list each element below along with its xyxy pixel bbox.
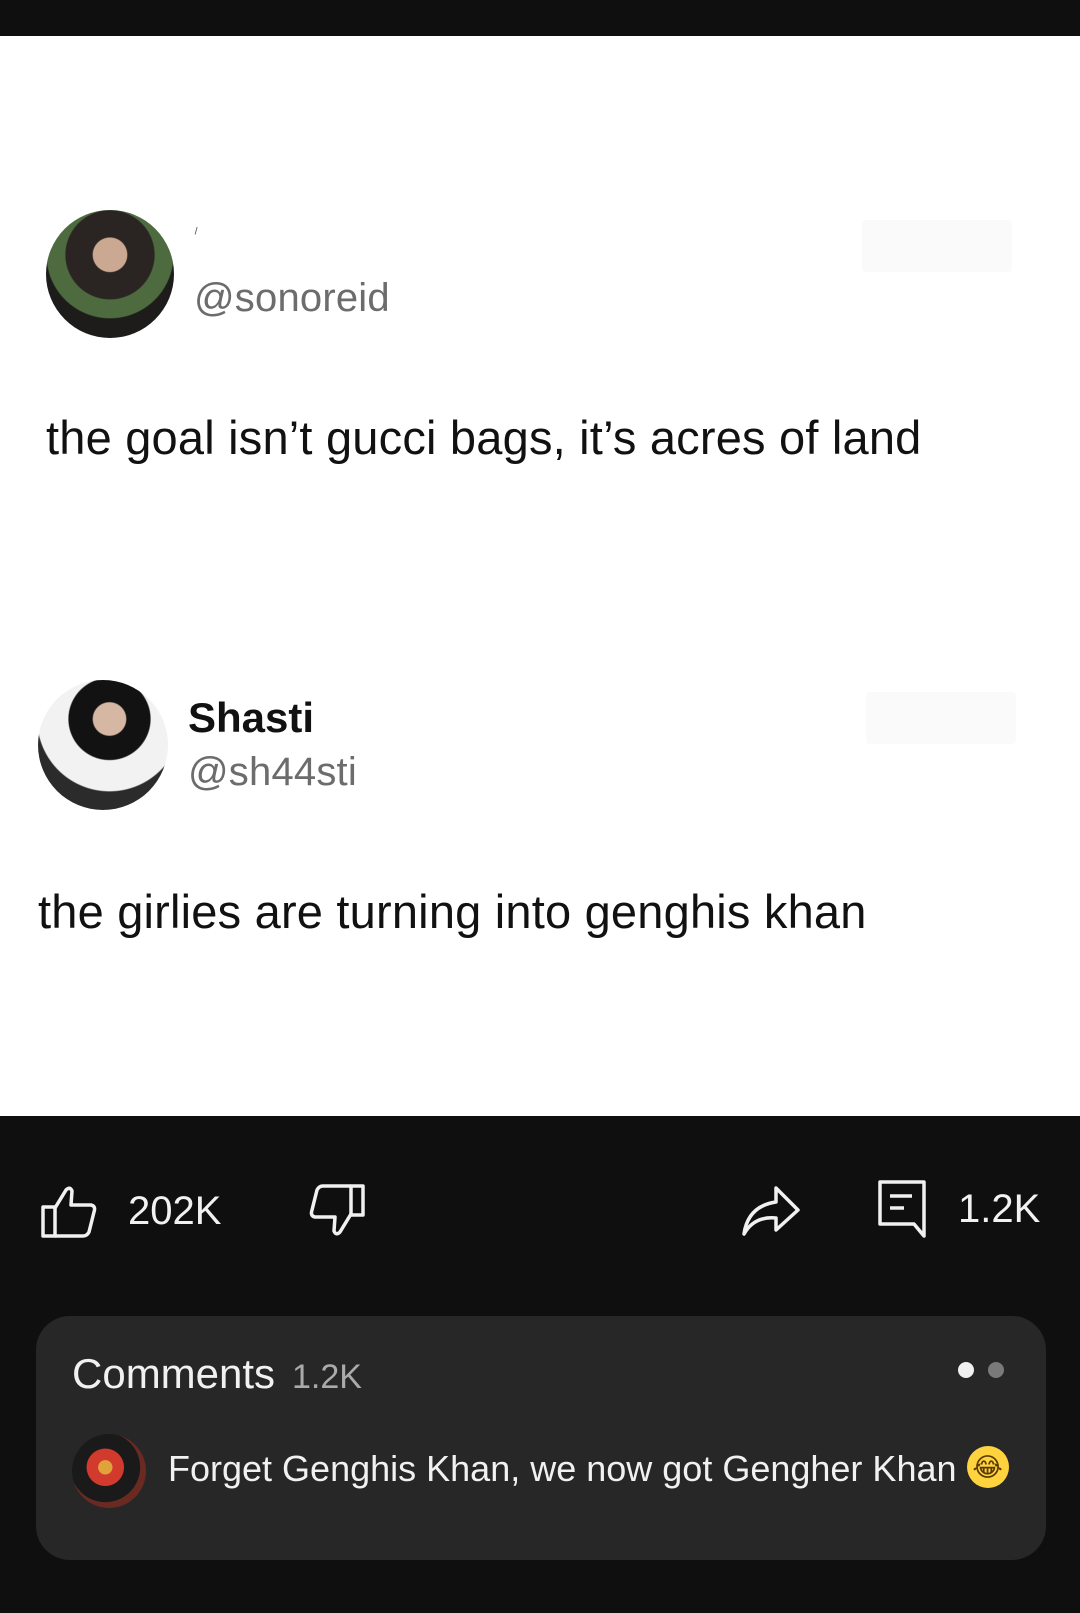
top-comment-text: Forget Genghis Khan, we now got Gengher … xyxy=(168,1448,957,1489)
action-bar: 202K 1.2K xyxy=(0,1116,1080,1316)
thumbs-up-icon xyxy=(40,1182,98,1240)
pager-dot xyxy=(988,1362,1004,1378)
avatar xyxy=(38,680,168,810)
laughing-emoji: 😂 xyxy=(966,1446,1009,1489)
share-button[interactable] xyxy=(740,1182,802,1240)
tweet-handle: @sonoreid xyxy=(194,276,390,320)
thumbs-down-icon xyxy=(308,1182,366,1240)
post-image: ⸝ @sonoreid the goal isn’t gucci bags, i… xyxy=(0,36,1080,1116)
share-icon xyxy=(740,1182,802,1240)
status-bar xyxy=(0,0,1080,36)
pager-dots xyxy=(958,1362,1004,1378)
tweet-text: the girlies are turning into genghis kha… xyxy=(38,885,867,938)
faint-overlay xyxy=(862,220,1012,272)
tweet-display-name: Shasti xyxy=(188,694,315,741)
avatar xyxy=(46,210,174,338)
decorative-mark: ⸝ xyxy=(187,218,203,238)
comments-title: Comments xyxy=(72,1350,276,1397)
comment-icon xyxy=(876,1178,928,1240)
tweet-handle: @sh44sti xyxy=(188,750,357,794)
dislike-button[interactable] xyxy=(308,1182,366,1240)
pager-dot-active xyxy=(958,1362,974,1378)
like-count: 202K xyxy=(128,1188,222,1233)
comment-count: 1.2K xyxy=(958,1186,1041,1231)
commenter-avatar xyxy=(72,1434,146,1508)
top-comment: Forget Genghis Khan, we now got Gengher … xyxy=(168,1446,1009,1492)
comments-button[interactable]: 1.2K xyxy=(876,1178,1040,1240)
tweet-text: the goal isn’t gucci bags, it’s acres of… xyxy=(46,411,922,464)
faint-overlay xyxy=(866,692,1016,744)
comments-panel[interactable]: Comments 1.2K Forget Genghis Khan, we no… xyxy=(36,1316,1046,1560)
comments-count: 1.2K xyxy=(292,1358,362,1396)
like-button[interactable]: 202K xyxy=(40,1182,221,1240)
